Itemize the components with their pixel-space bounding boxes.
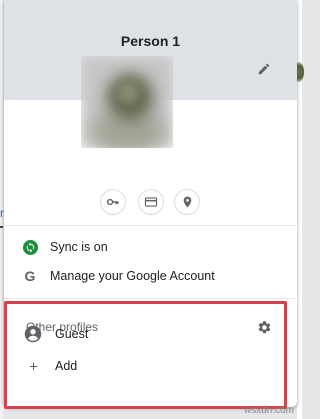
divider xyxy=(4,298,297,299)
pencil-icon xyxy=(258,63,270,75)
manage-account-item[interactable]: G Manage your Google Account xyxy=(4,262,297,290)
highlight-annotation xyxy=(4,301,287,409)
credit-card-icon xyxy=(144,197,158,207)
key-icon xyxy=(106,198,119,206)
passwords-button[interactable] xyxy=(100,189,126,215)
watermark: wsxdn.com xyxy=(244,405,295,416)
sync-status-item[interactable]: Sync is on xyxy=(4,233,297,261)
divider xyxy=(4,225,297,226)
edit-profile-button[interactable] xyxy=(253,58,275,80)
avatar xyxy=(81,56,173,148)
addresses-button[interactable] xyxy=(174,189,200,215)
profile-name: Person 1 xyxy=(120,33,181,49)
google-g-icon: G xyxy=(24,268,36,284)
background-dash-fragment xyxy=(0,226,3,228)
manage-account-label: Manage your Google Account xyxy=(50,269,215,283)
payment-methods-button[interactable] xyxy=(138,189,164,215)
sync-status-label: Sync is on xyxy=(50,240,108,254)
location-pin-icon xyxy=(183,196,191,208)
sync-icon xyxy=(22,239,38,255)
